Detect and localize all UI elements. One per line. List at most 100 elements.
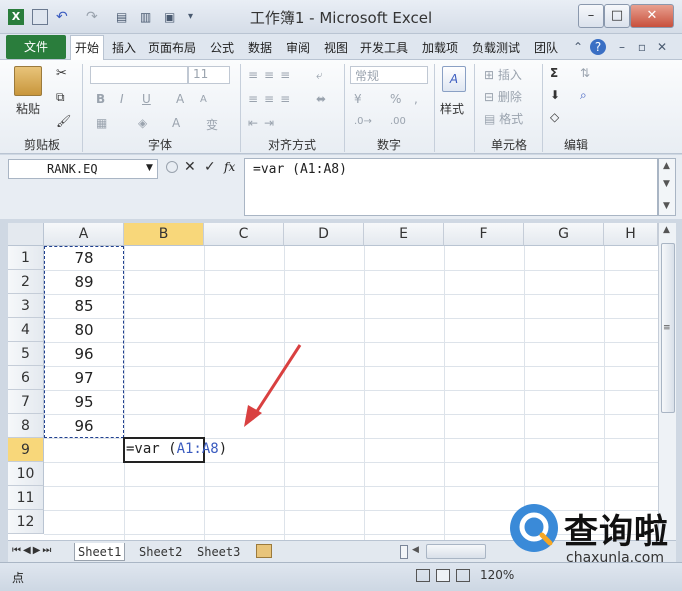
column-header-h[interactable]: H xyxy=(604,223,658,246)
row-header[interactable]: 5 xyxy=(8,342,44,366)
name-box[interactable]: RANK.EQ xyxy=(8,159,158,179)
styles-icon[interactable]: A xyxy=(442,66,466,92)
maximize-button[interactable]: □ xyxy=(604,4,630,28)
fill-color-icon[interactable]: ◈ xyxy=(138,116,147,130)
help-icon[interactable]: ? xyxy=(590,39,606,55)
insert-sheet-icon[interactable] xyxy=(256,544,272,558)
scroll-up-icon[interactable]: ▲ xyxy=(663,225,670,235)
formula-scrollbar[interactable]: ▲ ▼ ▼ xyxy=(658,158,676,216)
page-break-view-icon[interactable] xyxy=(456,569,470,582)
tab-formulas[interactable]: 公式 xyxy=(206,37,238,59)
paste-button[interactable]: 粘贴 xyxy=(16,100,40,117)
shrink-font-button[interactable]: A xyxy=(200,94,207,105)
restore-window-icon[interactable]: ▫ xyxy=(634,39,650,55)
grow-font-button[interactable]: A xyxy=(176,92,184,106)
autosum-button[interactable]: Σ xyxy=(550,66,558,80)
row-header[interactable]: 11 xyxy=(8,486,44,510)
borders-icon[interactable]: ▦ xyxy=(96,116,107,130)
tab-load-test[interactable]: 负载测试 xyxy=(468,37,524,59)
paste-icon[interactable] xyxy=(14,66,42,96)
row-header[interactable]: 12 xyxy=(8,510,44,534)
row-header[interactable]: 4 xyxy=(8,318,44,342)
tab-insert[interactable]: 插入 xyxy=(108,37,140,59)
underline-button[interactable]: U xyxy=(142,92,151,106)
expand-handle-icon[interactable] xyxy=(166,161,178,173)
font-size-select[interactable]: 11 xyxy=(188,66,230,84)
sheet-nav-icons[interactable]: ⏮◀▶⏭ xyxy=(12,545,53,556)
currency-icon[interactable]: ¥ xyxy=(354,92,362,106)
sheet-tab-1[interactable]: Sheet1 xyxy=(74,543,126,561)
cell-b9-editor[interactable]: =var (A1:A8) xyxy=(126,441,227,457)
format-cells-button[interactable]: ▤ 格式 xyxy=(484,110,523,127)
vertical-align-icons[interactable]: ≡≡≡ xyxy=(248,68,296,82)
collapse-ribbon-icon[interactable]: ⌃ xyxy=(570,39,586,55)
expand-formula-icon[interactable]: ▼ xyxy=(663,201,670,211)
column-header-f[interactable]: F xyxy=(444,223,524,246)
sheet-tab-2[interactable]: Sheet2 xyxy=(136,543,185,561)
number-format-select[interactable]: 常规 xyxy=(350,66,428,84)
row-header[interactable]: 8 xyxy=(8,414,44,438)
tab-review[interactable]: 审阅 xyxy=(282,37,314,59)
row-header[interactable]: 6 xyxy=(8,366,44,390)
phonetic-button[interactable]: 变 xyxy=(206,116,218,133)
row-header[interactable]: 7 xyxy=(8,390,44,414)
column-header-g[interactable]: G xyxy=(524,223,604,246)
font-name-select[interactable] xyxy=(90,66,188,84)
italic-button[interactable]: I xyxy=(120,92,124,106)
normal-view-icon[interactable] xyxy=(416,569,430,582)
tab-view[interactable]: 视图 xyxy=(320,37,352,59)
indent-icons[interactable]: ⇤⇥ xyxy=(248,116,280,130)
tab-home[interactable]: 开始 xyxy=(70,35,104,60)
insert-function-button[interactable]: fx xyxy=(224,160,235,174)
confirm-entry-icon[interactable]: ✓ xyxy=(204,159,216,175)
sheet-tab-3[interactable]: Sheet3 xyxy=(194,543,243,561)
find-select-icon[interactable]: ⌕ xyxy=(580,88,587,103)
merge-center-icon[interactable]: ⬌ xyxy=(316,92,326,106)
format-painter-icon[interactable]: 🖌 xyxy=(56,114,71,128)
wrap-text-icon[interactable]: ⤶ xyxy=(316,68,323,83)
decrease-decimal-icon[interactable]: .00 xyxy=(390,116,406,127)
tab-addins[interactable]: 加载项 xyxy=(418,37,462,59)
formula-input[interactable]: =var (A1:A8) xyxy=(244,158,658,216)
horizontal-align-icons[interactable]: ≡≡≡ xyxy=(248,92,296,106)
increase-decimal-icon[interactable]: .0→ xyxy=(354,116,372,127)
comma-button[interactable]: , xyxy=(414,92,418,106)
restore-down-icon[interactable]: – xyxy=(614,39,630,55)
name-box-dropdown-icon[interactable]: ▼ xyxy=(146,163,153,173)
select-all-corner[interactable] xyxy=(8,223,44,246)
column-header-d[interactable]: D xyxy=(284,223,364,246)
tab-data[interactable]: 数据 xyxy=(244,37,276,59)
tab-split-handle[interactable] xyxy=(400,545,408,559)
sort-filter-icon[interactable]: ⇅ xyxy=(580,66,590,80)
row-header[interactable]: 2 xyxy=(8,270,44,294)
column-header-e[interactable]: E xyxy=(364,223,444,246)
scroll-up-icon[interactable]: ▲ xyxy=(663,161,670,171)
row-header[interactable]: 1 xyxy=(8,246,44,270)
column-header-b[interactable]: B xyxy=(124,223,204,246)
tab-team[interactable]: 团队 xyxy=(530,37,562,59)
percent-button[interactable]: % xyxy=(390,92,401,106)
row-header[interactable]: 3 xyxy=(8,294,44,318)
column-header-c[interactable]: C xyxy=(204,223,284,246)
delete-cells-button[interactable]: ⊟ 删除 xyxy=(484,88,522,105)
close-workbook-icon[interactable]: ✕ xyxy=(654,39,670,55)
minimize-button[interactable]: – xyxy=(578,4,604,28)
bold-button[interactable]: B xyxy=(96,92,105,106)
clear-icon[interactable]: ◇ xyxy=(550,110,559,124)
tab-file[interactable]: 文件 xyxy=(6,35,66,59)
styles-button[interactable]: 样式 xyxy=(440,100,464,117)
close-button[interactable]: ✕ xyxy=(630,4,674,28)
worksheet-grid[interactable]: A B C D E F G H 1 2 3 4 5 6 7 8 9 10 11 … xyxy=(8,223,658,540)
tab-page-layout[interactable]: 页面布局 xyxy=(144,37,200,59)
scroll-down-icon[interactable]: ▼ xyxy=(663,179,670,189)
horizontal-scroll-thumb[interactable] xyxy=(426,544,486,559)
scroll-left-icon[interactable]: ◀ xyxy=(412,545,419,555)
column-header-a[interactable]: A xyxy=(44,223,124,246)
row-header[interactable]: 10 xyxy=(8,462,44,486)
cancel-entry-icon[interactable]: ✕ xyxy=(184,159,196,175)
vertical-scrollbar[interactable]: ▲ ≡ xyxy=(658,223,676,540)
fill-icon[interactable]: ⬇ xyxy=(550,88,560,102)
font-color-button[interactable]: A xyxy=(172,116,180,130)
insert-cells-button[interactable]: ⊞ 插入 xyxy=(484,66,522,83)
copy-icon[interactable]: ⧉ xyxy=(56,90,65,105)
